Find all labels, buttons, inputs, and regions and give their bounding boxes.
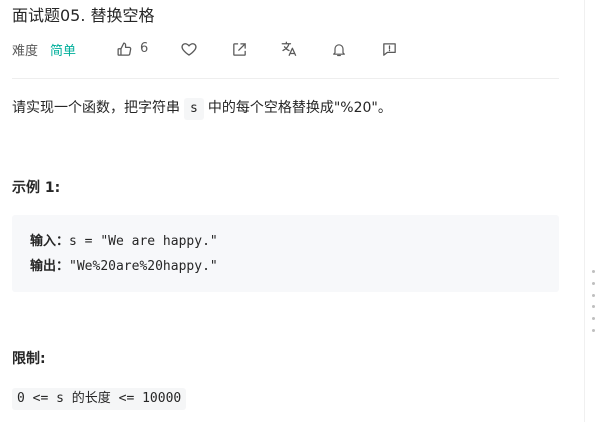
heart-icon	[181, 43, 197, 56]
handle-dot	[591, 270, 595, 273]
constraints-heading: 限制:	[12, 351, 46, 367]
resize-handle[interactable]	[590, 270, 596, 332]
subscribe-button[interactable]	[329, 39, 349, 59]
feedback-button[interactable]	[379, 39, 399, 59]
handle-dot	[591, 328, 595, 332]
handle-dot	[591, 305, 595, 309]
input-value: s = "We are happy."	[69, 234, 218, 249]
output-label: 输出：	[30, 259, 70, 274]
statement-text-before: 请实现一个函数，把字符串	[12, 100, 180, 116]
difficulty-label: 难度	[12, 43, 39, 59]
example-code-block: 输入：s = "We are happy." 输出："We%20are%20ha…	[12, 215, 559, 292]
thumbs-up-icon	[116, 41, 131, 56]
bell-icon	[333, 43, 345, 56]
inline-code-s: s	[184, 98, 204, 120]
panel-divider	[584, 0, 585, 422]
like-button[interactable]	[114, 39, 134, 59]
output-value: "We%20are%20happy."	[69, 259, 218, 274]
example-input-line: 输入：s = "We are happy."	[30, 229, 541, 254]
difficulty-badge: 简单	[50, 43, 77, 59]
translate-icon	[281, 41, 297, 57]
header-divider	[12, 78, 559, 79]
constraints-code: 0 <= s 的长度 <= 10000	[12, 388, 187, 410]
favorite-button[interactable]	[179, 39, 199, 59]
translate-button[interactable]	[279, 39, 299, 59]
like-count: 6	[140, 41, 149, 56]
handle-dot	[591, 317, 595, 321]
input-label: 输入：	[30, 234, 70, 249]
problem-description-panel: 面试题05. 替换空格 难度 简单 6 请实现一个函数，把字符串 s 中的每个空…	[0, 0, 601, 422]
handle-dot	[591, 293, 595, 297]
share-button[interactable]	[229, 39, 249, 59]
feedback-icon	[382, 42, 396, 56]
problem-title: 面试题05. 替换空格	[12, 6, 155, 25]
problem-statement: 请实现一个函数，把字符串 s 中的每个空格替换成"%20"。	[12, 97, 392, 120]
share-icon	[232, 42, 246, 56]
example-heading: 示例 1:	[12, 180, 61, 196]
handle-dot	[591, 281, 595, 285]
example-output-line: 输出："We%20are%20happy."	[30, 254, 541, 279]
statement-text-after: 中的每个空格替换成"%20"。	[207, 100, 392, 116]
difficulty-row: 难度 简单	[12, 38, 76, 60]
